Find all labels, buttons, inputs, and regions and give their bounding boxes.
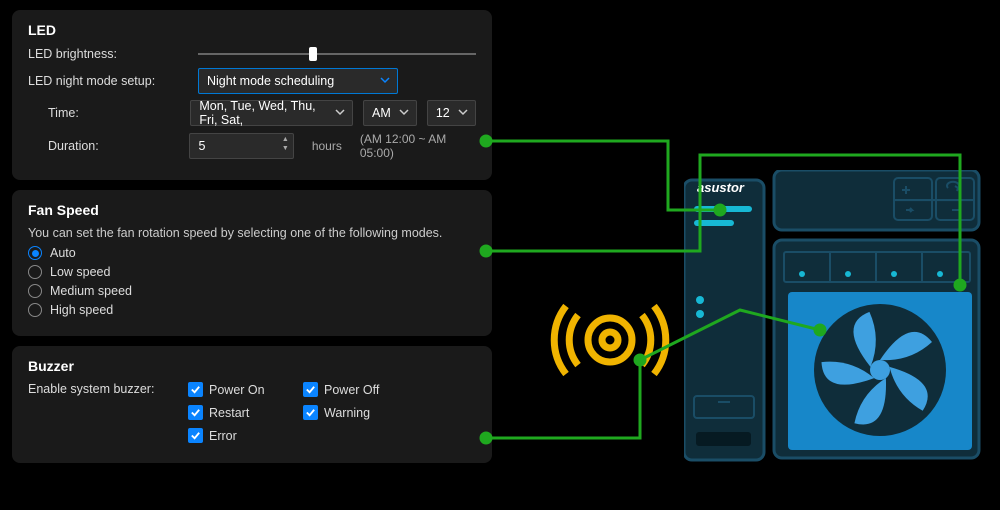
buzzer-check-warning[interactable]: Warning bbox=[303, 405, 418, 420]
chevron-down-icon bbox=[334, 106, 346, 121]
hour-select[interactable]: 12 bbox=[427, 100, 476, 126]
radio-icon bbox=[28, 303, 42, 317]
fan-option-label: High speed bbox=[50, 303, 113, 317]
ampm-value: AM bbox=[372, 106, 391, 120]
slider-thumb[interactable] bbox=[309, 47, 317, 61]
fan-subtitle: You can set the fan rotation speed by se… bbox=[28, 226, 476, 240]
fan-option-label: Low speed bbox=[50, 265, 110, 279]
checkbox-icon bbox=[188, 382, 203, 397]
fan-panel: Fan Speed You can set the fan rotation s… bbox=[12, 190, 492, 336]
led-panel: LED LED brightness: LED night mode setup… bbox=[12, 10, 492, 180]
buzzer-check-power-on[interactable]: Power On bbox=[188, 382, 303, 397]
spinner-arrows[interactable]: ▲▼ bbox=[282, 136, 289, 153]
duration-hint: (AM 12:00 ~ AM 05:00) bbox=[360, 132, 476, 160]
led-brightness-label: LED brightness: bbox=[28, 47, 188, 61]
buzzer-check-power-off[interactable]: Power Off bbox=[303, 382, 418, 397]
radio-icon bbox=[28, 246, 42, 260]
check-label: Error bbox=[209, 429, 237, 443]
check-label: Power On bbox=[209, 383, 265, 397]
check-label: Restart bbox=[209, 406, 249, 420]
check-label: Warning bbox=[324, 406, 370, 420]
nas-device-illustration: asustor bbox=[684, 170, 984, 470]
duration-label: Duration: bbox=[28, 139, 179, 153]
fan-option-high-speed[interactable]: High speed bbox=[28, 303, 476, 317]
buzzer-check-error[interactable]: Error bbox=[188, 428, 303, 443]
device-brand: asustor bbox=[697, 180, 745, 195]
days-select[interactable]: Mon, Tue, Wed, Thu, Fri, Sat, bbox=[190, 100, 353, 126]
night-mode-value: Night mode scheduling bbox=[207, 74, 334, 88]
radio-icon bbox=[28, 284, 42, 298]
duration-unit: hours bbox=[312, 139, 342, 153]
time-label: Time: bbox=[28, 106, 180, 120]
buzzer-title: Buzzer bbox=[28, 358, 476, 374]
checkbox-icon bbox=[303, 382, 318, 397]
fan-option-medium-speed[interactable]: Medium speed bbox=[28, 284, 476, 298]
fan-title: Fan Speed bbox=[28, 202, 476, 218]
fan-option-auto[interactable]: Auto bbox=[28, 246, 476, 260]
check-label: Power Off bbox=[324, 383, 379, 397]
led-title: LED bbox=[28, 22, 476, 38]
days-value: Mon, Tue, Wed, Thu, Fri, Sat, bbox=[199, 99, 328, 127]
fan-option-label: Auto bbox=[50, 246, 76, 260]
ampm-select[interactable]: AM bbox=[363, 100, 417, 126]
hour-value: 12 bbox=[436, 106, 450, 120]
led-brightness-slider[interactable] bbox=[198, 46, 476, 62]
duration-value: 5 bbox=[198, 139, 205, 153]
slider-track bbox=[198, 53, 476, 55]
buzzer-check-restart[interactable]: Restart bbox=[188, 405, 303, 420]
radio-icon bbox=[28, 265, 42, 279]
chevron-down-icon bbox=[379, 74, 391, 89]
buzzer-panel: Buzzer Enable system buzzer: Power On Pow… bbox=[12, 346, 492, 463]
led-night-label: LED night mode setup: bbox=[28, 74, 188, 88]
buzzer-enable-label: Enable system buzzer: bbox=[28, 382, 178, 396]
duration-spinner[interactable]: 5 ▲▼ bbox=[189, 133, 293, 159]
night-mode-select[interactable]: Night mode scheduling bbox=[198, 68, 398, 94]
chevron-down-icon bbox=[457, 106, 469, 121]
fan-option-low-speed[interactable]: Low speed bbox=[28, 265, 476, 279]
checkbox-icon bbox=[188, 428, 203, 443]
fan-option-label: Medium speed bbox=[50, 284, 132, 298]
checkbox-icon bbox=[188, 405, 203, 420]
sound-icon bbox=[530, 290, 690, 393]
checkbox-icon bbox=[303, 405, 318, 420]
chevron-down-icon bbox=[398, 106, 410, 121]
